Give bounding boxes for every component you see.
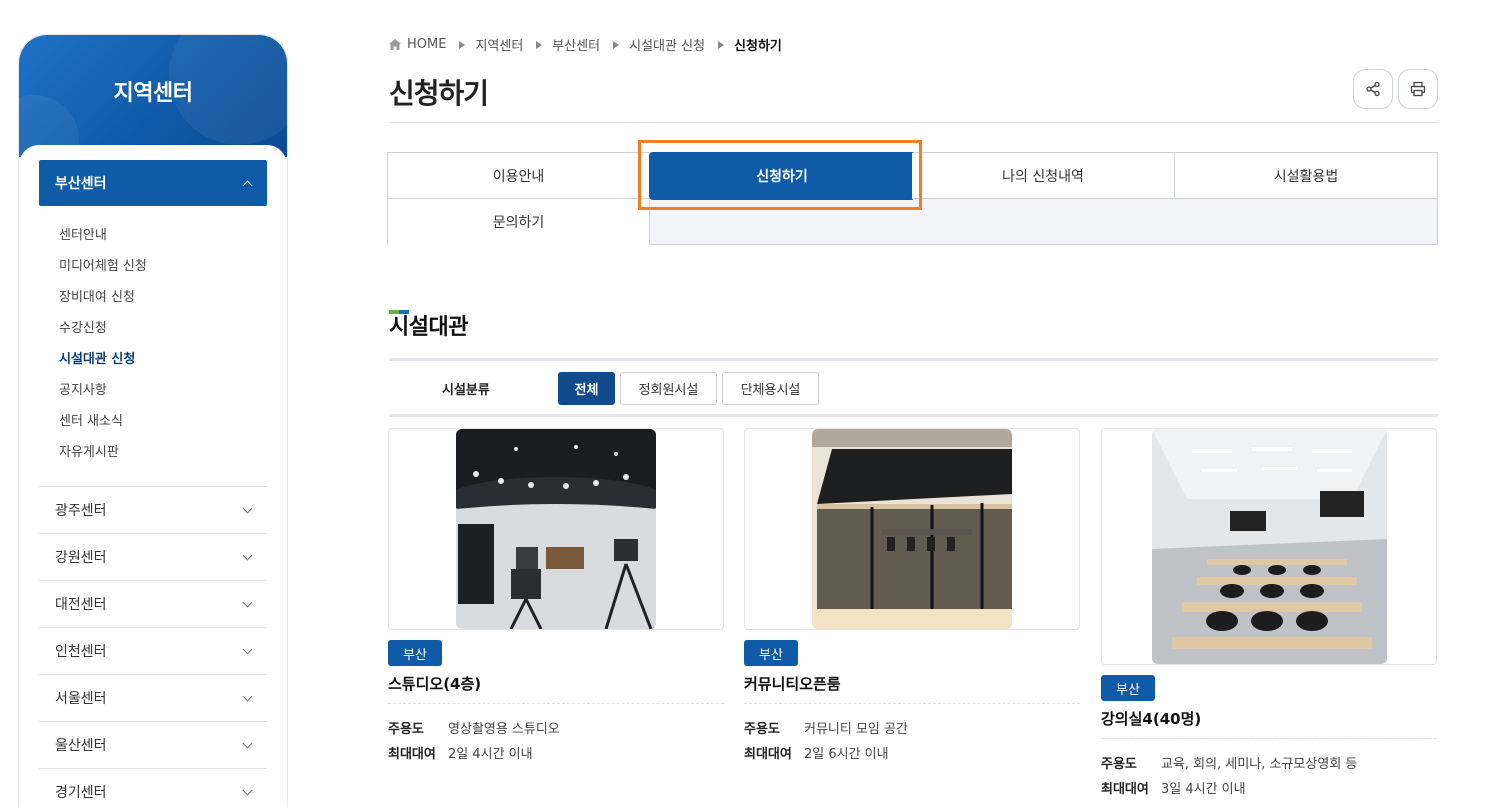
chevron-down-icon <box>242 597 253 607</box>
breadcrumb-item[interactable]: 지역센터 <box>475 35 523 54</box>
sidebar-submenu: 센터안내 미디어체험 신청 장비대여 신청 수강신청 시설대관 신청 공지사항 … <box>39 206 267 486</box>
purpose-value: 커뮤니티 모임 공간 <box>804 722 908 737</box>
sidebar-group-busan[interactable]: 부산센터 <box>39 160 267 206</box>
chevron-down-icon <box>242 785 253 795</box>
highlight-box <box>638 140 922 210</box>
sidebar-group[interactable]: 울산센터 <box>39 721 267 768</box>
facility-max-rental: 최대대여 3일 4시간 이내 <box>1101 778 1246 797</box>
filter-label: 시설분류 <box>442 383 490 398</box>
card-divider <box>388 703 724 704</box>
facility-name: 커뮤니티오픈룸 <box>744 675 841 693</box>
chevron-down-icon <box>242 691 253 701</box>
facility-purpose: 주용도 커뮤니티 모임 공간 <box>744 718 908 737</box>
sidebar-subitem[interactable]: 공지사항 <box>59 379 267 410</box>
facility-image-frame <box>744 428 1080 630</box>
purpose-value: 교육, 회의, 세미나, 소규모상영회 등 <box>1161 757 1358 772</box>
chevron-down-icon <box>242 550 253 560</box>
chevron-up-icon <box>242 180 253 190</box>
sidebar-group[interactable]: 강원센터 <box>39 533 267 580</box>
region-badge: 부산 <box>388 640 442 666</box>
sidebar-subitem[interactable]: 센터안내 <box>59 224 267 255</box>
tab-inquiry[interactable]: 문의하기 <box>388 199 650 245</box>
sidebar-group-label: 대전센터 <box>55 597 107 613</box>
facility-purpose: 주용도 영상촬영용 스튜디오 <box>388 718 560 737</box>
purpose-label: 주용도 <box>1101 757 1137 772</box>
sidebar-group[interactable]: 광주센터 <box>39 486 267 533</box>
share-icon <box>1366 81 1380 97</box>
sidebar-group-label: 서울센터 <box>55 691 107 707</box>
sidebar-group-label: 광주센터 <box>55 503 107 519</box>
sidebar-group-label: 강원센터 <box>55 550 107 566</box>
sidebar-group[interactable]: 대전센터 <box>39 580 267 627</box>
page-title: 신청하기 <box>389 77 489 110</box>
sidebar-subitem[interactable]: 센터 새소식 <box>59 410 267 441</box>
facility-name: 스튜디오(4층) <box>388 675 482 693</box>
share-button[interactable] <box>1353 69 1393 109</box>
chevron-down-icon <box>242 644 253 654</box>
facility-photo-studio <box>456 429 656 629</box>
breadcrumb-arrow-icon <box>459 40 466 49</box>
facility-purpose: 주용도 교육, 회의, 세미나, 소규모상영회 등 <box>1101 753 1357 772</box>
sidebar-subitem[interactable]: 수강신청 <box>59 317 267 348</box>
sidebar: 지역센터 부산센터 센터안내 미디어체험 신청 장비대여 신청 수강신청 시설대… <box>18 34 288 807</box>
facility-photo-community-room <box>812 429 1012 629</box>
sidebar-group[interactable]: 서울센터 <box>39 674 267 721</box>
card-divider <box>1101 738 1437 739</box>
section-mark <box>389 299 410 314</box>
breadcrumb-item[interactable]: 부산센터 <box>552 35 600 54</box>
purpose-value: 영상촬영용 스튜디오 <box>448 722 560 737</box>
purpose-label: 주용도 <box>388 722 424 737</box>
facility-max-rental: 최대대여 2일 4시간 이내 <box>388 743 533 762</box>
sidebar-group-label: 부산센터 <box>55 176 107 192</box>
facility-image-frame <box>388 428 724 630</box>
filter-group-button[interactable]: 단체용시설 <box>722 372 819 405</box>
breadcrumb: HOME 지역센터 부산센터 시설대관 신청 신청하기 <box>389 35 782 54</box>
max-label: 최대대여 <box>744 747 792 762</box>
filter-member-button[interactable]: 정회원시설 <box>620 372 717 405</box>
breadcrumb-arrow-icon <box>613 40 620 49</box>
facility-filter: 시설분류 전체 정회원시설 단체용시설 <box>389 358 1438 417</box>
breadcrumb-arrow-icon <box>536 40 543 49</box>
facility-max-rental: 최대대여 2일 6시간 이내 <box>744 743 889 762</box>
facility-name: 강의실4(40명) <box>1101 710 1202 728</box>
home-icon <box>389 39 401 50</box>
title-divider <box>389 122 1438 123</box>
sidebar-menu: 부산센터 센터안내 미디어체험 신청 장비대여 신청 수강신청 시설대관 신청 … <box>19 145 287 807</box>
sidebar-group-label: 울산센터 <box>55 738 107 754</box>
facility-photo-lecture-room <box>1152 429 1387 664</box>
max-value: 2일 6시간 이내 <box>804 747 889 762</box>
chevron-down-icon <box>242 738 253 748</box>
tab-usage-guide[interactable]: 이용안내 <box>388 153 650 199</box>
breadcrumb-item[interactable]: 시설대관 신청 <box>629 35 705 54</box>
sidebar-header: 지역센터 <box>19 35 287 185</box>
region-badge: 부산 <box>744 640 798 666</box>
tab-facility-usage[interactable]: 시설활용법 <box>1175 153 1437 199</box>
print-icon <box>1410 81 1426 97</box>
chevron-down-icon <box>242 503 253 513</box>
tab-my-applications[interactable]: 나의 신청내역 <box>912 153 1175 199</box>
max-label: 최대대여 <box>1101 782 1149 797</box>
breadcrumb-current: 신청하기 <box>734 39 782 54</box>
max-value: 2일 4시간 이내 <box>448 747 533 762</box>
sidebar-subitem-current[interactable]: 시설대관 신청 <box>59 348 267 379</box>
purpose-label: 주용도 <box>744 722 780 737</box>
sidebar-subitem[interactable]: 장비대여 신청 <box>59 286 267 317</box>
filter-all-button[interactable]: 전체 <box>558 372 615 405</box>
breadcrumb-arrow-icon <box>718 40 725 49</box>
card-divider <box>744 703 1080 704</box>
sidebar-group[interactable]: 인천센터 <box>39 627 267 674</box>
sidebar-subitem[interactable]: 미디어체험 신청 <box>59 255 267 286</box>
print-button[interactable] <box>1398 69 1438 109</box>
region-badge: 부산 <box>1101 675 1155 701</box>
sidebar-group[interactable]: 경기센터 <box>39 768 267 807</box>
sidebar-subitem[interactable]: 자유게시판 <box>59 441 267 472</box>
max-value: 3일 4시간 이내 <box>1161 782 1246 797</box>
facility-image-frame <box>1101 428 1437 665</box>
sidebar-group-label: 경기센터 <box>55 785 107 801</box>
breadcrumb-home[interactable]: HOME <box>407 37 446 52</box>
max-label: 최대대여 <box>388 747 436 762</box>
sidebar-group-label: 인천센터 <box>55 644 107 660</box>
section-title: 시설대관 <box>389 315 468 340</box>
